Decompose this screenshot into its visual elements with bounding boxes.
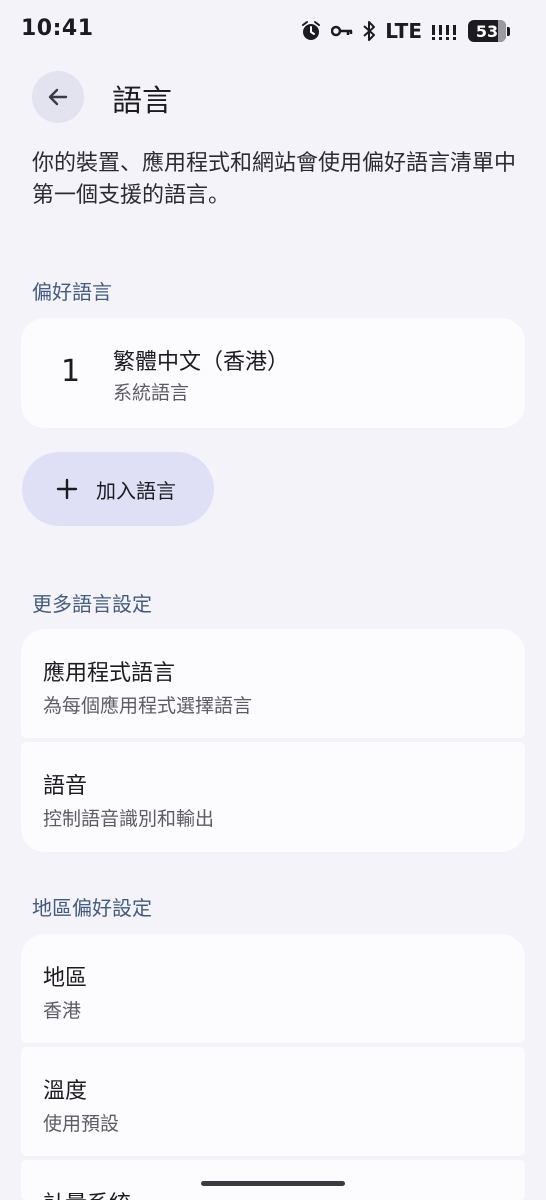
battery-level: 53: [475, 21, 499, 41]
item-subtitle: 香港: [43, 1000, 82, 1022]
item-title: 溫度: [43, 1079, 88, 1104]
battery-icon: 53: [468, 20, 510, 42]
item-subtitle: 為每個應用程式選擇語言: [43, 695, 253, 717]
section-header-more-settings: 更多語言設定: [32, 592, 152, 616]
settings-item-region[interactable]: 地區 香港: [21, 934, 525, 1043]
signal-icon: [431, 21, 459, 41]
alarm-icon: [300, 20, 322, 42]
section-header-regional: 地區偏好設定: [32, 896, 152, 920]
add-language-label: 加入語言: [96, 478, 176, 503]
status-icons: LTE 53: [300, 18, 510, 44]
section-header-preferred: 偏好語言: [32, 280, 112, 304]
language-item[interactable]: 1 繁體中文（香港） 系統語言: [21, 318, 525, 428]
arrow-back-icon: [48, 88, 68, 106]
settings-item-temperature[interactable]: 溫度 使用預設: [21, 1047, 525, 1156]
settings-item-app-languages[interactable]: 應用程式語言 為每個應用程式選擇語言: [21, 629, 525, 738]
item-title: 應用程式語言: [43, 661, 176, 686]
page-title: 語言: [112, 84, 172, 119]
status-bar: 10:41 LTE 53: [0, 0, 546, 60]
language-order-number: 1: [61, 354, 81, 389]
gesture-nav-handle[interactable]: [201, 1181, 345, 1186]
bluetooth-icon: [362, 20, 376, 42]
item-title: 語音: [43, 774, 88, 799]
plus-icon: [56, 478, 78, 500]
vpn-key-icon: [331, 24, 353, 38]
settings-item-speech[interactable]: 語音 控制語音識別和輸出: [21, 742, 525, 852]
item-title: 地區: [43, 966, 88, 991]
item-subtitle: 使用預設: [43, 1113, 120, 1135]
status-time: 10:41: [21, 16, 94, 41]
settings-item-measurement-system[interactable]: 計量系統: [21, 1160, 525, 1200]
item-subtitle: 控制語音識別和輸出: [43, 808, 215, 830]
network-type: LTE: [385, 19, 422, 43]
page-description: 你的裝置、應用程式和網站會使用偏好語言清單中第一個支援的語言。: [32, 151, 517, 208]
add-language-button[interactable]: 加入語言: [22, 452, 214, 526]
back-button[interactable]: [32, 71, 84, 123]
item-title: 計量系統: [43, 1186, 131, 1200]
language-name: 繁體中文（香港）: [113, 350, 290, 375]
language-subtitle: 系統語言: [113, 382, 190, 404]
